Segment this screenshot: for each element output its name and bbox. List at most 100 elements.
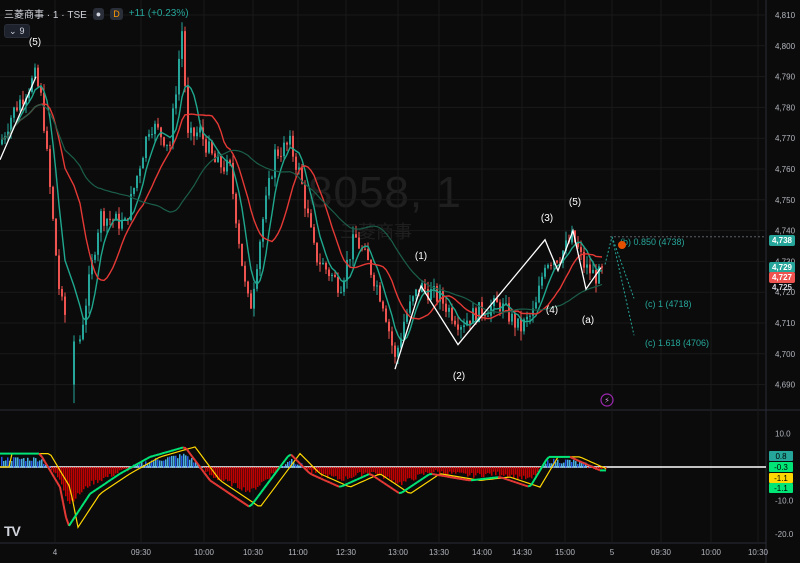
time-tick-label: 09:30 [131, 548, 152, 557]
oscillator-line [239, 499, 244, 504]
price-tick-label: 4,740 [775, 227, 796, 236]
candle-body [304, 183, 306, 209]
symbol-title[interactable]: 三菱商事 · 1 · TSE [4, 6, 87, 21]
osc-value-label: -1.1 [774, 484, 788, 493]
candle-body [259, 241, 261, 270]
candle-body [1, 139, 3, 145]
histogram-bar [395, 467, 397, 484]
histogram-bar [37, 461, 39, 468]
histogram-bar [443, 467, 445, 474]
histogram-bar [105, 467, 107, 477]
histogram-bar [13, 457, 15, 468]
oscillator-line [527, 484, 532, 488]
time-tick-label: 10:00 [194, 548, 215, 557]
slow-ma-line [1, 103, 603, 320]
candle-body [415, 289, 417, 297]
oscillator-line [521, 483, 526, 487]
histogram-bar [329, 467, 331, 475]
histogram-bar [223, 467, 225, 481]
oscillator-line [254, 495, 259, 502]
histogram-bar [517, 467, 519, 480]
time-tick-label: 10:30 [748, 548, 769, 557]
candle-body [256, 269, 258, 289]
oscillator-line [242, 501, 247, 506]
histogram-bar [75, 467, 77, 499]
oscillator-line [227, 491, 232, 496]
histogram-bar [507, 467, 509, 478]
histogram-bar [53, 467, 55, 473]
histogram-bar [267, 467, 269, 480]
histogram-bar [385, 467, 387, 477]
histogram-bar [465, 467, 467, 474]
histogram-bar [437, 467, 439, 472]
histogram-bar [559, 462, 561, 468]
candle-body [52, 186, 54, 219]
histogram-bar [375, 467, 377, 474]
histogram-bar [353, 467, 355, 477]
candle-body [49, 148, 51, 187]
histogram-bar [19, 459, 21, 468]
oscillator-line [62, 502, 67, 518]
candle-body [409, 301, 411, 313]
histogram-bar [285, 464, 287, 468]
oscillator-line [233, 495, 238, 500]
oscillator-line [461, 478, 466, 481]
histogram-bar [431, 467, 433, 473]
chart-root: 8058, 1 三菱商事 4,810 4,800 4,790 4,780 4,770 4,… [0, 0, 800, 563]
oscillator-line [587, 464, 592, 468]
price-tick-label: 4,770 [775, 134, 796, 143]
histogram-bar [355, 467, 357, 476]
histogram-bar [101, 467, 103, 482]
candle-body [334, 274, 336, 277]
candle-body [190, 127, 192, 133]
candle-body [178, 58, 180, 95]
candle-body [58, 255, 60, 290]
oscillator-line [404, 487, 409, 492]
oscillator-line [305, 468, 310, 474]
candle-body [529, 315, 531, 317]
oscillator-line [353, 478, 358, 482]
histogram-bar [167, 457, 169, 468]
oscillator-line [392, 488, 397, 492]
histogram-bar [573, 459, 575, 468]
indicator-toggle[interactable]: ⌄ 9 [4, 24, 30, 38]
histogram-bar [113, 467, 115, 476]
candle-body [385, 308, 387, 322]
histogram-bar [459, 467, 461, 473]
histogram-bar [461, 467, 463, 473]
oscillator-line [575, 458, 580, 462]
histogram-bar [107, 467, 109, 478]
oscillator-line [440, 474, 445, 477]
histogram-bar [309, 467, 311, 470]
histogram-bar [435, 467, 437, 471]
histogram-bar [439, 467, 441, 475]
oscillator-line [53, 476, 58, 483]
oscillator-line [584, 462, 589, 466]
histogram-bar [425, 467, 427, 473]
histogram-bar [111, 467, 113, 477]
histogram-bar [503, 467, 505, 476]
histogram-bar [23, 458, 25, 468]
candle-body [280, 155, 282, 157]
histogram-bar [351, 467, 353, 479]
candle-body [73, 341, 75, 385]
histogram-bar [441, 467, 443, 472]
histogram-bar [259, 467, 261, 486]
oscillator-line [545, 456, 550, 461]
histogram-bar [493, 467, 495, 472]
oscillator-line [458, 477, 463, 481]
candle-body [295, 156, 297, 170]
oscillator-line [116, 472, 121, 477]
histogram-bar [577, 464, 579, 468]
histogram-bar [249, 467, 251, 493]
candle-body [352, 234, 354, 260]
candle-body [163, 137, 165, 146]
candle-body [292, 135, 294, 157]
oscillator-line [344, 482, 349, 486]
price-chart[interactable]: 4,810 4,800 4,790 4,780 4,770 4,760 4,750 4,740… [0, 0, 800, 563]
oscillator-line [170, 449, 175, 452]
oscillator-line [341, 483, 346, 488]
histogram-bar [85, 467, 87, 487]
candle-body [460, 327, 462, 330]
oscillator-line [533, 474, 538, 481]
